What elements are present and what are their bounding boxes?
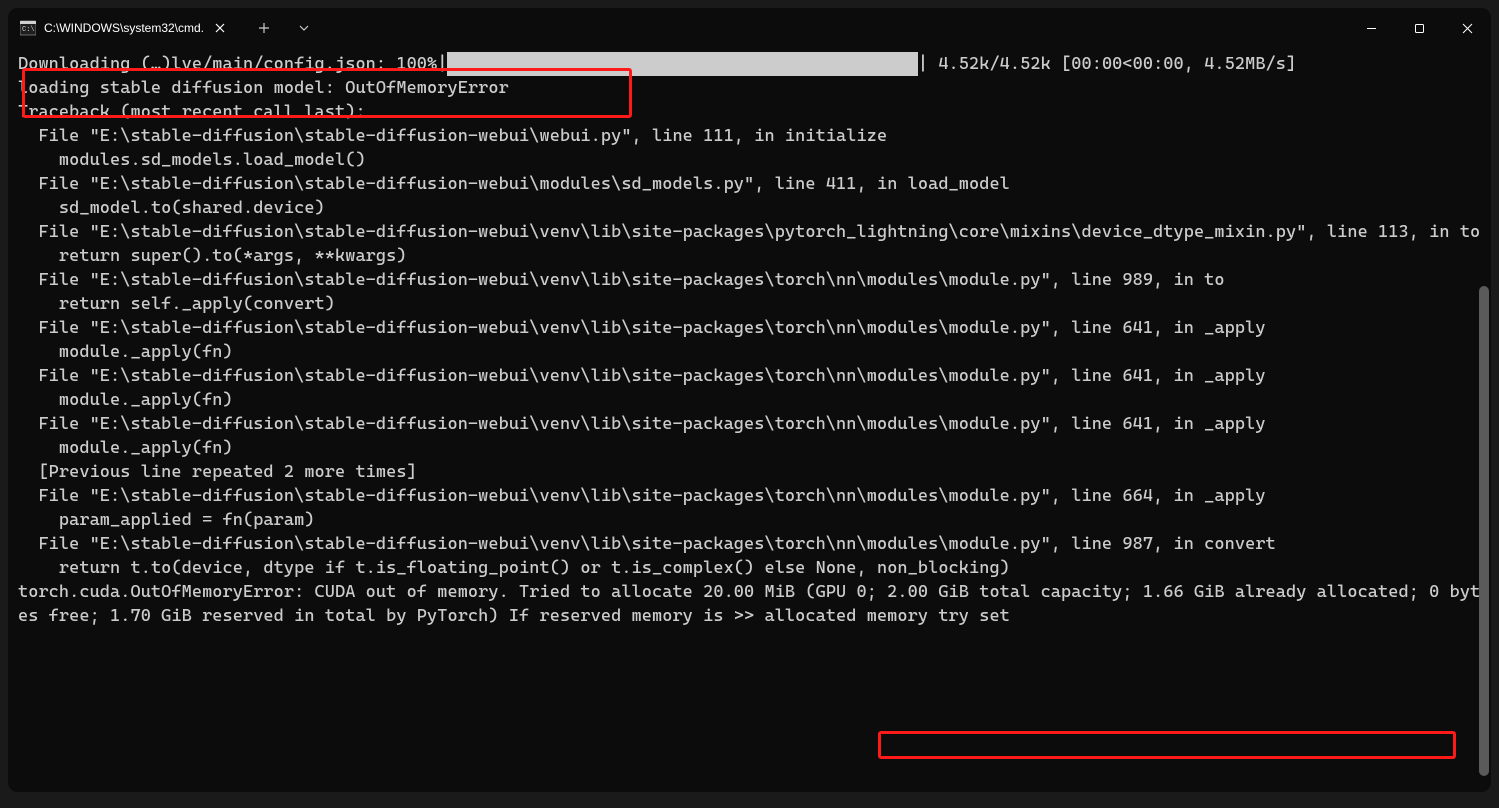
titlebar-actions [238,8,322,48]
terminal-output[interactable]: Downloading (…)lve/main/config.json: 100… [8,48,1491,792]
terminal-line: param_applied = fn(param) [18,510,315,530]
maximize-button[interactable] [1395,8,1443,48]
cmd-icon: C:\ [20,20,36,36]
titlebar-drag-area[interactable] [322,8,1347,48]
titlebar: C:\ C:\WINDOWS\system32\cmd. [8,8,1491,48]
terminal-line: sd_model.to(shared.device) [18,198,325,218]
terminal-line: File "E:\stable-diffusion\stable-diffusi… [18,486,1266,506]
minimize-button[interactable] [1347,8,1395,48]
terminal-line: File "E:\stable-diffusion\stable-diffusi… [18,270,1225,290]
tab-close-button[interactable] [212,20,228,36]
terminal-line: File "E:\stable-diffusion\stable-diffusi… [18,126,887,146]
terminal-line: return t.to(device, dtype if t.is_floati… [18,558,1010,578]
terminal-line: module._apply(fn) [18,342,233,362]
progress-bar-fill: ████████████████████████████████████████… [447,52,917,76]
scrollbar-track[interactable] [1479,56,1489,776]
terminal-window: C:\ C:\WINDOWS\system32\cmd. [8,8,1491,792]
close-button[interactable] [1443,8,1491,48]
terminal-line: File "E:\stable-diffusion\stable-diffusi… [18,534,1276,554]
tab-cmd[interactable]: C:\ C:\WINDOWS\system32\cmd. [8,8,238,48]
terminal-line: return super().to(*args, **kwargs) [18,246,407,266]
tab-label: C:\WINDOWS\system32\cmd. [44,21,204,35]
terminal-line: File "E:\stable-diffusion\stable-diffusi… [18,414,1266,434]
terminal-line: loading stable diffusion model: OutOfMem… [18,78,509,98]
terminal-line: modules.sd_models.load_model() [18,150,366,170]
terminal-line: [Previous line repeated 2 more times] [18,462,417,482]
terminal-line: Traceback (most recent call last): [18,102,366,122]
scrollbar-thumb[interactable] [1479,286,1489,776]
terminal-line: File "E:\stable-diffusion\stable-diffusi… [18,318,1266,338]
terminal-line: module._apply(fn) [18,390,233,410]
terminal-line: File "E:\stable-diffusion\stable-diffusi… [18,366,1266,386]
tab-dropdown-button[interactable] [286,10,322,46]
svg-text:C:\: C:\ [22,26,35,34]
terminal-line: module._apply(fn) [18,438,233,458]
window-controls [1347,8,1491,48]
terminal-line: File "E:\stable-diffusion\stable-diffusi… [18,222,1480,242]
new-tab-button[interactable] [246,10,282,46]
terminal-line: return self._apply(convert) [18,294,335,314]
download-progress-line: Downloading (…)lve/main/config.json: 100… [18,54,1296,74]
terminal-line: File "E:\stable-diffusion\stable-diffusi… [18,174,1010,194]
terminal-line: torch.cuda.OutOfMemoryError: CUDA out of… [18,582,1480,626]
